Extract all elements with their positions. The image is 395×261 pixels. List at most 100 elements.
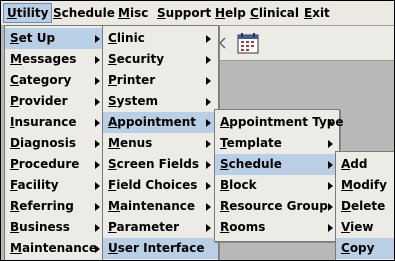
chevron-right-icon xyxy=(95,182,100,190)
setup-item-label: Printer xyxy=(108,73,156,87)
schedule-item-label: Add xyxy=(341,157,368,171)
setup-item-field-choices[interactable]: Field Choices xyxy=(103,175,218,196)
utility-item-business[interactable]: Business xyxy=(5,217,104,238)
setup-item-label: Maintenance xyxy=(108,199,196,213)
schedule-item-label: View xyxy=(341,220,374,234)
setup-item-label: Security xyxy=(108,52,165,66)
appointment-item-schedule[interactable]: Schedule xyxy=(215,154,339,175)
chevron-right-icon xyxy=(206,182,211,190)
menu-utility[interactable]: Utility xyxy=(3,3,53,23)
setup-item-label: Screen Fields xyxy=(108,157,199,171)
schedule-item-add[interactable]: Add xyxy=(336,154,394,175)
chevron-right-icon xyxy=(95,119,100,127)
setup-item-user-interface[interactable]: User Interface xyxy=(103,238,218,259)
menu-help[interactable]: Help xyxy=(212,4,249,22)
schedule-submenu: Add Modify Delete View Copy xyxy=(335,151,394,260)
utility-item-label: Business xyxy=(10,220,70,234)
chevron-right-icon xyxy=(206,98,211,106)
appointment-item-rooms[interactable]: Rooms xyxy=(215,217,339,238)
utility-menu: Set Up Messages Category Provider Insurance D… xyxy=(4,25,105,260)
setup-item-system[interactable]: System xyxy=(103,91,218,112)
setup-item-menus[interactable]: Menus xyxy=(103,133,218,154)
setup-item-clinic[interactable]: Clinic xyxy=(103,28,218,49)
appointment-item-appointment-type[interactable]: Appointment Type xyxy=(215,112,344,133)
menu-bar: Utility Schedule Misc Support Help Clinical Ex… xyxy=(1,1,394,26)
chevron-right-icon xyxy=(328,140,333,148)
chevron-right-icon xyxy=(328,224,333,232)
schedule-item-delete[interactable]: Delete xyxy=(336,196,394,217)
appointment-item-template[interactable]: Template xyxy=(215,133,339,154)
utility-item-maintenance[interactable]: Maintenance xyxy=(5,238,104,259)
utility-item-label: Provider xyxy=(10,94,68,108)
appointment-item-label: Rooms xyxy=(220,220,266,234)
schedule-item-label: Copy xyxy=(341,241,375,255)
utility-item-referring[interactable]: Referring xyxy=(5,196,104,217)
utility-item-label: Procedure xyxy=(10,157,80,171)
chevron-right-icon xyxy=(95,224,100,232)
utility-item-label: Messages xyxy=(10,52,77,66)
utility-item-label: Category xyxy=(10,73,72,87)
setup-item-maintenance[interactable]: Maintenance xyxy=(103,196,218,217)
setup-item-security[interactable]: Security xyxy=(103,49,218,70)
setup-item-label: User Interface xyxy=(108,241,205,255)
chevron-right-icon xyxy=(95,56,100,64)
chevron-right-icon xyxy=(95,161,100,169)
utility-item-category[interactable]: Category xyxy=(5,70,104,91)
utility-item-diagnosis[interactable]: Diagnosis xyxy=(5,133,104,154)
chevron-right-icon xyxy=(206,224,211,232)
appointment-item-label: Schedule xyxy=(220,157,282,171)
appointment-submenu: Appointment Type Template Schedule Block Res… xyxy=(214,109,344,242)
setup-item-appointment[interactable]: Appointment xyxy=(103,112,218,133)
app-window: Utility Schedule Misc Support Help Clinical Ex… xyxy=(0,0,395,261)
chevron-right-icon xyxy=(206,161,211,169)
chevron-right-icon xyxy=(328,161,333,169)
chevron-right-icon xyxy=(95,245,100,253)
chevron-right-icon xyxy=(206,35,211,43)
utility-item-set-up[interactable]: Set Up xyxy=(5,28,104,49)
chevron-right-icon xyxy=(206,119,211,127)
menu-clinical[interactable]: Clinical xyxy=(247,4,302,22)
utility-item-label: Set Up xyxy=(10,31,56,45)
appointment-item-block[interactable]: Block xyxy=(215,175,339,196)
schedule-item-view[interactable]: View xyxy=(336,217,394,238)
schedule-item-copy[interactable]: Copy xyxy=(336,238,394,259)
schedule-item-modify[interactable]: Modify xyxy=(336,175,394,196)
setup-item-label: Parameter xyxy=(108,220,180,234)
setup-item-label: System xyxy=(108,94,158,108)
schedule-item-label: Delete xyxy=(341,199,386,213)
utility-item-messages[interactable]: Messages xyxy=(5,49,104,70)
schedule-item-label: Modify xyxy=(341,178,387,192)
chevron-right-icon xyxy=(95,35,100,43)
utility-item-label: Facility xyxy=(10,178,59,192)
chevron-right-icon xyxy=(95,77,100,85)
utility-item-insurance[interactable]: Insurance xyxy=(5,112,104,133)
utility-item-label: Diagnosis xyxy=(10,136,76,150)
setup-submenu: Clinic Security Printer System Appointment Me… xyxy=(102,25,219,260)
setup-item-label: Menus xyxy=(108,136,153,150)
utility-item-facility[interactable]: Facility xyxy=(5,175,104,196)
menu-exit[interactable]: Exit xyxy=(301,4,333,22)
menu-schedule[interactable]: Schedule xyxy=(50,4,118,22)
utility-item-label: Referring xyxy=(10,199,74,213)
utility-item-provider[interactable]: Provider xyxy=(5,91,104,112)
utility-item-procedure[interactable]: Procedure xyxy=(5,154,104,175)
appointment-item-label: Appointment Type xyxy=(220,115,344,129)
setup-item-screen-fields[interactable]: Screen Fields xyxy=(103,154,218,175)
menu-support[interactable]: Support xyxy=(154,4,214,22)
menu-misc[interactable]: Misc xyxy=(115,4,151,22)
setup-item-parameter[interactable]: Parameter xyxy=(103,217,218,238)
chevron-right-icon xyxy=(206,77,211,85)
chevron-right-icon xyxy=(328,182,333,190)
calendar-icon[interactable] xyxy=(237,32,259,54)
setup-item-printer[interactable]: Printer xyxy=(103,70,218,91)
utility-item-label: Insurance xyxy=(10,115,77,129)
chevron-right-icon xyxy=(206,140,211,148)
chevron-right-icon xyxy=(95,203,100,211)
utility-item-label: Maintenance xyxy=(10,241,98,255)
appointment-item-resource-group[interactable]: Resource Group xyxy=(215,196,339,217)
setup-item-label: Clinic xyxy=(108,31,145,45)
appointment-item-label: Resource Group xyxy=(220,199,328,213)
chevron-right-icon xyxy=(95,98,100,106)
chevron-right-icon xyxy=(328,203,333,211)
chevron-right-icon xyxy=(206,56,211,64)
